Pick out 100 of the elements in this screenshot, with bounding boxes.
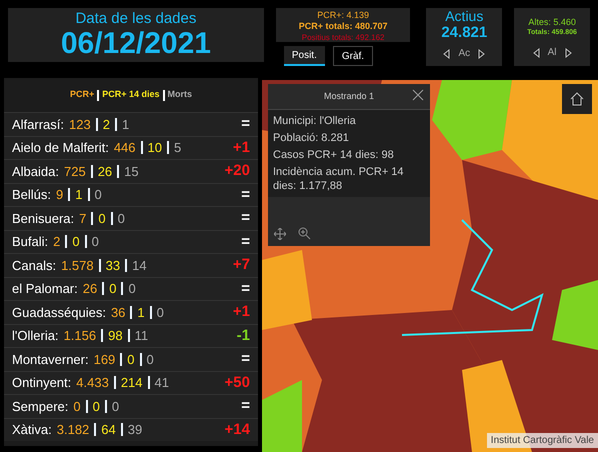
change-value: = (241, 278, 250, 298)
deaths-value: 0 (112, 398, 120, 416)
municipality-name: Benisuera: (12, 210, 74, 228)
popup-line: Municipi: l'Olleria (273, 114, 357, 128)
next-button[interactable] (478, 48, 486, 58)
deaths-value: 0 (128, 280, 136, 298)
change-value: +7 (232, 255, 250, 275)
legend-pcr14: PCR+ 14 dies (102, 88, 160, 102)
pcr14-value: 214 (120, 374, 143, 392)
date-label: Data de les dades (75, 10, 196, 28)
change-value: +14 (224, 420, 250, 440)
pcr14-value: 10 (148, 139, 162, 157)
home-button[interactable] (562, 84, 592, 114)
map[interactable]: Mostrando 1 Municipi: l'Olleria Població: 8.281 Casos PCR+ 14 dies: 98 Incidència acum. PCR+ 14 dies: 1.177,88 Institut Cartogràfic Vale (262, 80, 598, 452)
change-value: +20 (224, 161, 250, 181)
pcr-value: 36 (110, 304, 126, 322)
deaths-value: 15 (124, 162, 139, 180)
municipality-name: Bufali: (12, 233, 48, 251)
view-tab[interactable]: Gràf. (332, 46, 374, 66)
pcr14-value: 0 (92, 398, 100, 416)
municipality-name: el Palomar: (12, 280, 78, 298)
change-value: -1 (236, 326, 250, 346)
municipality-name: Montaverner: (12, 350, 89, 368)
move-icon (274, 228, 286, 240)
pcr-value: 26 (82, 280, 98, 298)
zoom-in-icon (298, 227, 311, 240)
next-button[interactable] (564, 48, 572, 58)
close-button[interactable] (412, 89, 424, 101)
legend-pcr: PCR+ (70, 88, 94, 102)
left-triangle-icon (532, 48, 540, 58)
popup-line: Casos PCR+ 14 dies: 98 (273, 148, 395, 162)
previous-button[interactable] (532, 48, 540, 58)
change-value: = (241, 114, 250, 134)
pcr-value: 4.433 (76, 374, 109, 392)
change-value: = (241, 208, 250, 228)
municipality-name: Guadasséquies: (12, 304, 106, 322)
deaths-value: 5 (174, 139, 182, 157)
deaths-value: 11 (134, 327, 148, 345)
municipality-name: l'Olleria: (12, 327, 59, 345)
popup-title: Mostrando 1 (324, 90, 374, 103)
attribution: Institut Cartogràfic Vale (486, 433, 598, 448)
previous-button[interactable] (443, 48, 450, 58)
pcr14-value: 0 (127, 350, 135, 368)
deaths-value: 1 (122, 116, 130, 134)
pager-label: Al (548, 46, 557, 60)
pcr-value: 446 (114, 139, 136, 157)
zoom-button[interactable] (298, 227, 311, 240)
deaths-value: 14 (132, 256, 147, 274)
change-value: = (241, 184, 250, 204)
deaths-value: 0 (146, 350, 154, 368)
deaths-value: 0 (118, 210, 125, 228)
pcr14-value: 0 (109, 280, 116, 298)
pcr14-value: 1 (75, 186, 82, 204)
pcr-value: 0 (73, 398, 81, 416)
municipality-name: Alfarrasí: (12, 116, 64, 134)
change-value: +1 (232, 302, 250, 322)
municipality-name: Xàtiva: (12, 421, 52, 439)
home-icon (569, 91, 585, 107)
right-triangle-icon (564, 48, 572, 58)
popup-line: Població: 8.281 (273, 131, 350, 145)
legend-morts: Morts (168, 88, 192, 102)
deaths-value: 0 (156, 304, 164, 322)
date-value: 06/12/2021 (60, 28, 211, 60)
pager-label: Ac (458, 47, 470, 61)
pcr14-value: 33 (106, 256, 120, 274)
municipality-name: Ontinyent: (12, 374, 72, 392)
municipality-name: Bellús: (12, 186, 52, 204)
pcr14-value: 1 (137, 304, 145, 322)
deaths-value: 0 (94, 186, 102, 204)
pcr14-value: 98 (108, 327, 123, 345)
deaths-value: 39 (128, 421, 142, 439)
pcr14-value: 0 (98, 210, 106, 228)
change-value: = (241, 396, 250, 416)
change-value: = (241, 349, 250, 369)
pan-button[interactable] (274, 227, 286, 240)
pcr-value: 3.182 (56, 421, 90, 439)
pcr-total: PCR+ totals: 480.707 (298, 21, 388, 32)
close-icon (412, 89, 424, 101)
pcr-value: 2 (53, 233, 60, 251)
altes-count: Altes: 5.460 (528, 16, 576, 28)
municipality-name: Albaida: (12, 162, 59, 180)
actius-value: 24.821 (441, 24, 488, 42)
actius-title: Actius (445, 8, 484, 24)
positius-total: Positius totals: 492.162 (302, 32, 384, 43)
left-triangle-icon (443, 48, 450, 58)
change-value: +1 (232, 138, 250, 158)
pcr-value: 123 (69, 116, 91, 134)
view-tab[interactable]: Posit. (284, 46, 325, 66)
pcr-value: 9 (56, 186, 64, 204)
deaths-value: 0 (92, 233, 99, 251)
pcr-value: 725 (64, 162, 86, 180)
pcr-value: 1.156 (64, 327, 96, 345)
pcr-count: PCR+: 4.139 (317, 10, 369, 21)
deaths-value: 41 (154, 374, 169, 392)
pcr14-value: 26 (98, 162, 112, 180)
pcr14-value: 0 (72, 233, 80, 251)
right-triangle-icon (478, 48, 486, 58)
pcr-value: 7 (79, 210, 86, 228)
municipality-name: Aielo de Malferit: (12, 139, 109, 157)
municipality-name: Canals: (12, 256, 56, 274)
